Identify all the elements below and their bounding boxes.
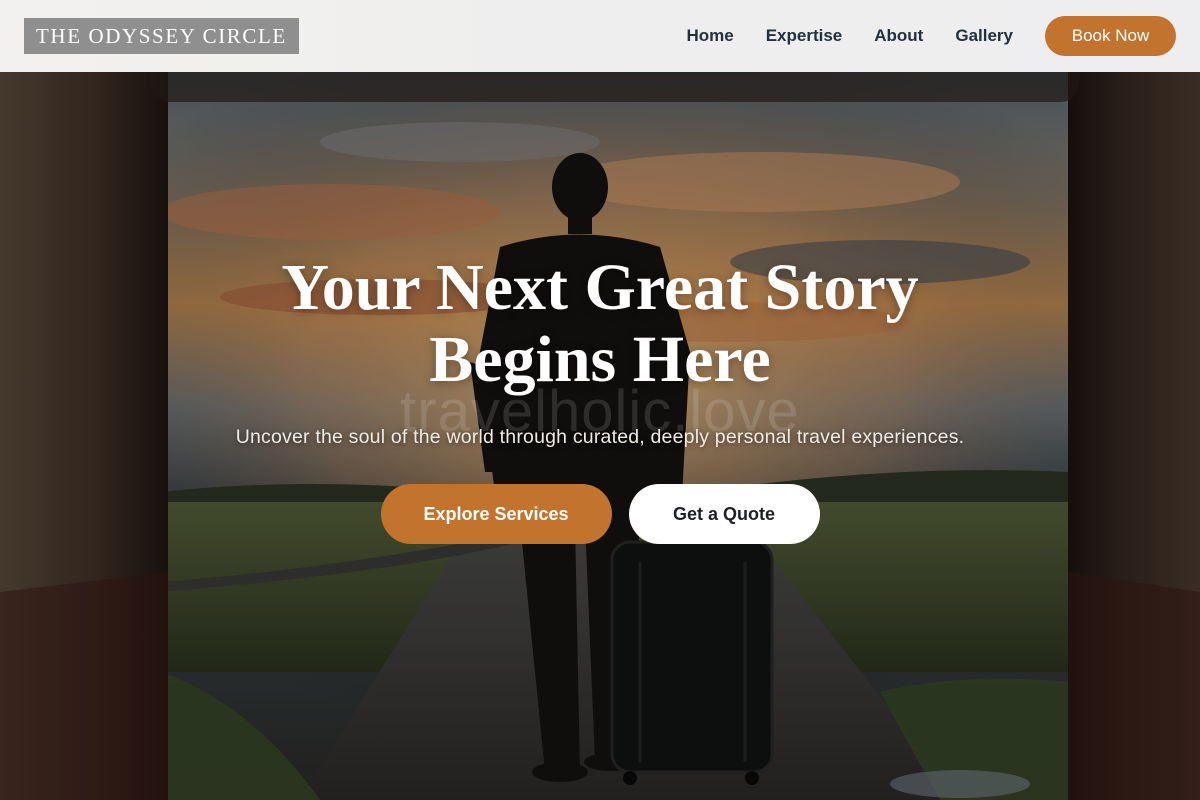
nav-link-home[interactable]: Home xyxy=(686,26,733,46)
nav-link-gallery[interactable]: Gallery xyxy=(955,26,1013,46)
site-header: THE ODYSSEY CIRCLE Home Expertise About … xyxy=(0,0,1200,72)
hero-subtitle: Uncover the soul of the world through cu… xyxy=(235,426,965,448)
book-now-button[interactable]: Book Now xyxy=(1045,16,1176,56)
brand-logo[interactable]: THE ODYSSEY CIRCLE xyxy=(24,18,299,54)
nav-link-about[interactable]: About xyxy=(874,26,923,46)
hero-headline-line-1: Your Next Great Story xyxy=(281,251,919,324)
get-quote-button[interactable]: Get a Quote xyxy=(628,484,820,544)
nav-link-expertise[interactable]: Expertise xyxy=(766,26,843,46)
hero-headline-line-2: Begins Here xyxy=(429,323,771,396)
hero-section: travelholic.love Your Next Great Story B… xyxy=(0,72,1200,800)
main-nav: Home Expertise About Gallery Book Now xyxy=(686,16,1176,56)
hero-cta-group: Explore Services Get a Quote xyxy=(0,484,1200,544)
hero-headline: Your Next Great Story Begins Here xyxy=(0,252,1200,396)
explore-services-button[interactable]: Explore Services xyxy=(380,484,612,544)
